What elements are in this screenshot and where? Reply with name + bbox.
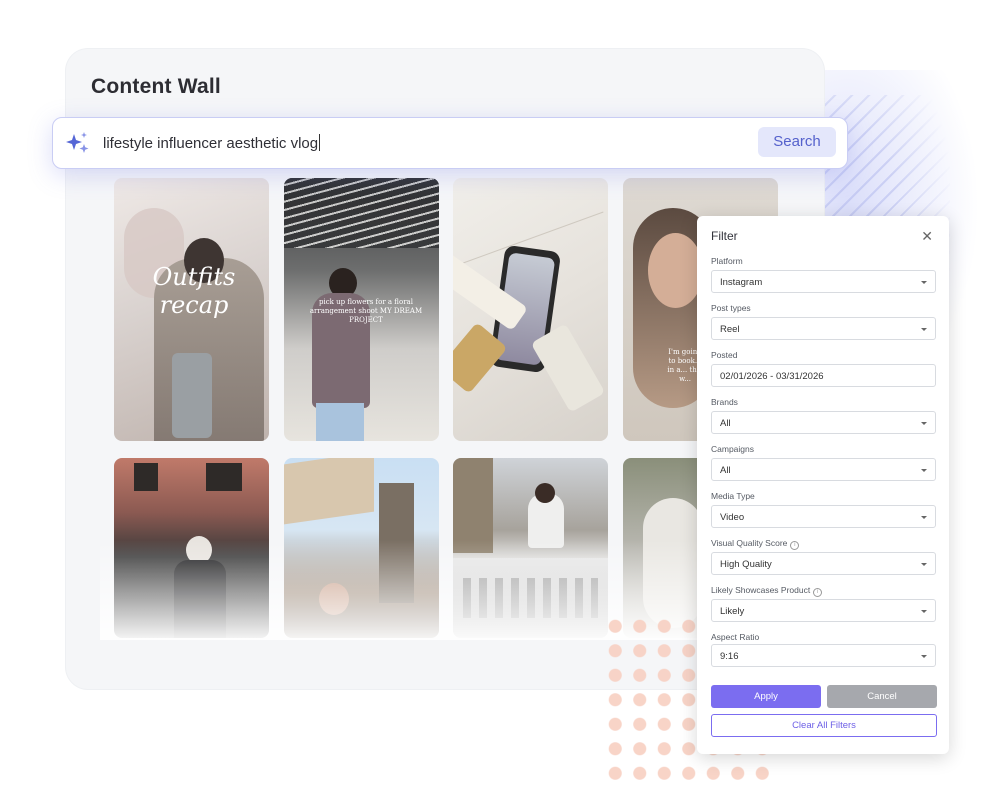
sparkle-icon (66, 132, 89, 153)
chevron-down-icon (921, 655, 927, 658)
clear-all-filters-button[interactable]: Clear All Filters (711, 714, 937, 737)
campaigns-select[interactable]: All (711, 458, 936, 481)
post-types-value: Reel (720, 324, 740, 335)
visual-quality-label-wrap: Visual Quality Score i (711, 538, 800, 550)
search-bar: lifestyle influencer aesthetic vlog Sear… (52, 117, 848, 169)
info-icon[interactable]: i (813, 588, 823, 597)
cancel-button[interactable]: Cancel (827, 685, 937, 708)
brands-value: All (720, 418, 731, 429)
info-icon[interactable]: i (790, 541, 800, 550)
filter-panel: Filter ✕ Platform Instagram Post types R… (697, 216, 949, 754)
apply-button[interactable]: Apply (711, 685, 821, 708)
brands-select[interactable]: All (711, 411, 936, 434)
campaigns-value: All (720, 465, 731, 476)
chevron-down-icon (921, 422, 927, 425)
thumbnail-1[interactable]: Outfits recap (114, 178, 269, 441)
aspect-ratio-value: 9:16 (720, 651, 739, 662)
post-types-select[interactable]: Reel (711, 317, 936, 340)
thumbnail-2[interactable]: pick up flowers for a floral arrangement… (284, 178, 439, 441)
chevron-down-icon (921, 516, 927, 519)
media-type-label: Media Type (711, 491, 755, 501)
search-button[interactable]: Search (758, 127, 836, 157)
platform-select[interactable]: Instagram (711, 270, 936, 293)
posted-value: 02/01/2026 - 03/31/2026 (720, 371, 824, 382)
chevron-down-icon (921, 610, 927, 613)
brands-label: Brands (711, 397, 738, 407)
thumbnail-overlay-text: Outfits recap (152, 263, 236, 319)
search-query-text: lifestyle influencer aesthetic vlog (103, 135, 319, 152)
posted-date-range-input[interactable]: 02/01/2026 - 03/31/2026 (711, 364, 936, 387)
chevron-down-icon (921, 563, 927, 566)
filter-title: Filter (711, 229, 738, 243)
posted-label: Posted (711, 350, 738, 360)
close-icon[interactable]: ✕ (921, 228, 933, 245)
chevron-down-icon (921, 469, 927, 472)
platform-value: Instagram (720, 277, 763, 288)
campaigns-label: Campaigns (711, 444, 754, 454)
showcases-product-label-wrap: Likely Showcases Product i (711, 585, 823, 597)
search-input[interactable]: lifestyle influencer aesthetic vlog (103, 134, 321, 152)
aspect-ratio-select[interactable]: 9:16 (711, 644, 936, 667)
media-type-select[interactable]: Video (711, 505, 936, 528)
visual-quality-label: Visual Quality Score (711, 538, 788, 548)
page-title: Content Wall (91, 75, 221, 98)
showcases-product-label: Likely Showcases Product (711, 585, 811, 595)
platform-label: Platform (711, 256, 743, 266)
chevron-down-icon (921, 281, 927, 284)
visual-quality-value: High Quality (720, 559, 772, 570)
thumbnail-overlay-text: pick up flowers for a floral arrangement… (309, 298, 423, 324)
showcases-product-value: Likely (720, 606, 745, 617)
aspect-ratio-label: Aspect Ratio (711, 632, 760, 642)
visual-quality-select[interactable]: High Quality (711, 552, 936, 575)
thumbnail-3[interactable] (453, 178, 608, 441)
showcases-product-select[interactable]: Likely (711, 599, 936, 622)
media-type-value: Video (720, 512, 745, 523)
post-types-label: Post types (711, 303, 751, 313)
chevron-down-icon (921, 328, 927, 331)
text-caret (319, 134, 321, 151)
